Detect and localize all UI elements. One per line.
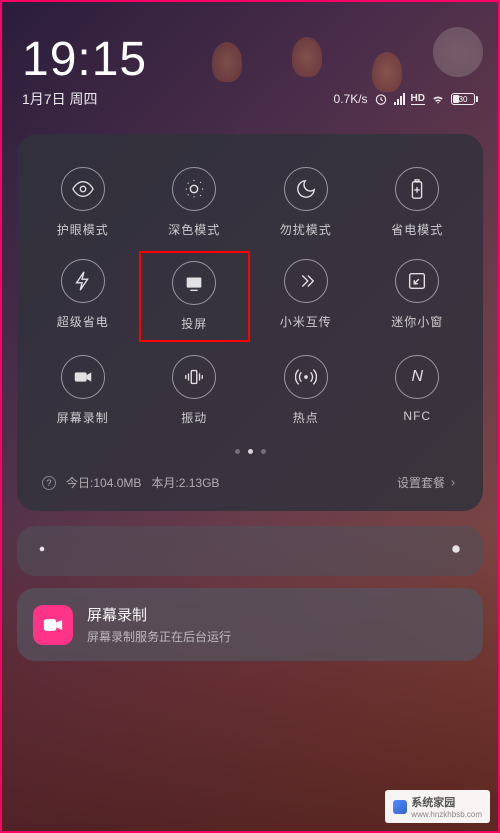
watermark: 系统家园 www.hnzkhbsb.com — [385, 790, 490, 823]
data-month-label: 本月:2.13GB — [151, 474, 219, 491]
page-indicator — [27, 449, 473, 454]
toggle-label: 勿扰模式 — [280, 221, 332, 238]
toggle-label: 迷你小窗 — [391, 313, 443, 330]
toggle-vibrate[interactable]: 振动 — [139, 347, 251, 434]
date-label: 1月7日 周四 — [22, 89, 97, 109]
hd-label: HD — [411, 93, 425, 105]
data-today-label: 今日:104.0MB — [66, 474, 141, 491]
cast-icon — [183, 272, 205, 294]
wallpaper-bottom — [2, 531, 498, 831]
toggle-cast[interactable]: 投屏 — [139, 251, 251, 342]
video-icon — [72, 366, 94, 388]
help-icon[interactable]: ? — [42, 476, 56, 490]
toggle-mi-share[interactable]: 小米互传 — [250, 251, 362, 342]
toggle-grid: 护眼模式 深色模式 勿扰模式 省电模式 超级省电 投屏 小米互传 迷你小窗 — [27, 159, 473, 434]
toggle-dnd[interactable]: 勿扰模式 — [250, 159, 362, 246]
bolt-icon — [72, 270, 94, 292]
notification-screen-record[interactable]: 屏幕录制 屏幕录制服务正在后台运行 — [17, 588, 483, 661]
toggle-eye-care[interactable]: 护眼模式 — [27, 159, 139, 246]
toggle-label: NFC — [403, 409, 431, 423]
mini-window-icon — [406, 270, 428, 292]
config-plan-link[interactable]: 设置套餐 — [397, 474, 458, 491]
alarm-icon — [374, 92, 388, 106]
moon-icon — [295, 178, 317, 200]
signal-icon — [394, 93, 405, 105]
brightness-low-icon — [35, 542, 49, 561]
toggle-label: 深色模式 — [168, 221, 220, 238]
toggle-nfc[interactable]: N NFC — [362, 347, 474, 434]
status-bar: 19:15 1月7日 周四 0.7K/s HD 30 — [2, 2, 498, 119]
toggle-battery-saver[interactable]: 省电模式 — [362, 159, 474, 246]
toggle-screen-record[interactable]: 屏幕录制 — [27, 347, 139, 434]
battery-icon: 30 — [451, 93, 478, 105]
toggle-label: 热点 — [293, 409, 319, 426]
toggle-dark-mode[interactable]: 深色模式 — [139, 159, 251, 246]
screen-record-app-icon — [33, 605, 73, 645]
vibrate-icon — [183, 366, 205, 388]
nfc-icon: N — [411, 368, 423, 386]
network-speed: 0.7K/s — [334, 92, 368, 106]
battery-plus-icon — [406, 178, 428, 200]
toggle-hotspot[interactable]: 热点 — [250, 347, 362, 434]
toggle-label: 屏幕录制 — [57, 409, 109, 426]
toggle-label: 振动 — [181, 409, 207, 426]
quick-settings-panel[interactable]: 护眼模式 深色模式 勿扰模式 省电模式 超级省电 投屏 小米互传 迷你小窗 — [17, 134, 483, 511]
notification-subtitle: 屏幕录制服务正在后台运行 — [87, 628, 467, 645]
brightness-slider[interactable] — [17, 526, 483, 576]
toggle-label: 小米互传 — [280, 313, 332, 330]
chevron-right-icon — [448, 478, 458, 488]
toggle-label: 护眼模式 — [57, 221, 109, 238]
dark-mode-icon — [183, 178, 205, 200]
eye-icon — [72, 178, 94, 200]
hotspot-icon — [295, 366, 317, 388]
wifi-icon — [431, 92, 445, 106]
data-usage-bar[interactable]: ? 今日:104.0MB 本月:2.13GB 设置套餐 — [27, 464, 473, 496]
toggle-label: 超级省电 — [57, 313, 109, 330]
watermark-logo-icon — [393, 800, 407, 814]
clock-time: 19:15 — [22, 32, 478, 87]
brightness-high-icon — [447, 540, 465, 563]
notification-title: 屏幕录制 — [87, 604, 467, 625]
mi-share-icon — [295, 270, 317, 292]
toggle-label: 投屏 — [181, 315, 207, 332]
toggle-ultra-saver[interactable]: 超级省电 — [27, 251, 139, 342]
toggle-mini-window[interactable]: 迷你小窗 — [362, 251, 474, 342]
toggle-label: 省电模式 — [391, 221, 443, 238]
status-icons: 0.7K/s HD 30 — [334, 92, 478, 106]
